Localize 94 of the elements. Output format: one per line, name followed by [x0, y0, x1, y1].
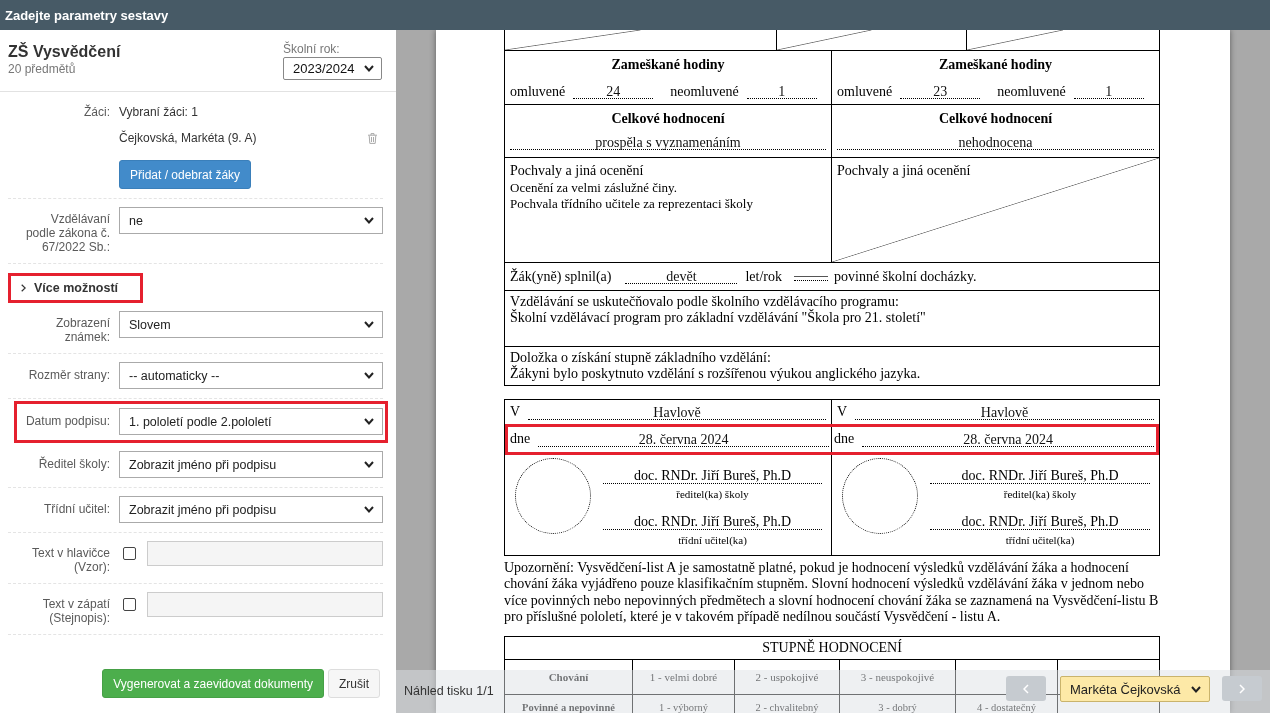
- table-cell: Povinné a nepovinné: [505, 695, 633, 713]
- chevron-down-icon: [364, 506, 374, 513]
- section-text: Školní vzdělávací program pro základní vzdělávání "Škola pro 21. století": [510, 310, 927, 326]
- report-subtitle: 20 předmětů: [8, 62, 77, 76]
- text-input[interactable]: [147, 592, 383, 617]
- section-title: Pochvaly a jiná ocenění: [837, 162, 972, 180]
- more-options-link[interactable]: Více možností: [11, 281, 119, 295]
- window-title: Zadejte parametry sestavy: [5, 7, 169, 23]
- fill-in-line: 23: [900, 85, 981, 99]
- table-cell: 3 - neuspokojivé: [840, 660, 956, 695]
- field-label: neomluvené: [997, 84, 1066, 99]
- field-label: Žáci:: [83, 104, 110, 119]
- checkbox[interactable]: [123, 547, 136, 560]
- fill-in-line: 24: [573, 85, 654, 99]
- chevron-down-icon: [364, 418, 374, 425]
- praise-text: Pochvala třídního učitele za reprezentaci školy: [510, 196, 754, 212]
- selected-count: Vybraní žáci: 1: [119, 104, 198, 120]
- section-text: Doložka o získání stupně základního vzdělání:: [510, 350, 772, 365]
- field-label: dne: [510, 431, 531, 447]
- section-title: Pochvaly a jiná ocenění: [510, 162, 645, 180]
- field-label: Vzdělávaní podle zákona č. 67/2022 Sb.:: [24, 211, 110, 254]
- fill-in-line: 28. června 2024: [862, 433, 1154, 447]
- field-label: Ředitel školy:: [37, 455, 110, 471]
- table-cell: 1 - výborný: [633, 695, 735, 713]
- section-text: Vzdělávání se uskutečňovalo podle školního vzdělávacího programu:: [510, 294, 900, 309]
- dropdown[interactable]: -- automaticky --: [119, 362, 383, 389]
- fill-in-line: 28. června 2024: [538, 433, 829, 447]
- dropdown[interactable]: Zobrazit jméno při podpisu: [119, 451, 383, 478]
- field-label: Text v zápatí (Stejnopis):: [41, 596, 110, 625]
- field-label: V: [510, 404, 521, 420]
- chevron-left-icon: [1023, 683, 1029, 694]
- signature-line: doc. RNDr. Jiří Bureš, Ph.D: [603, 514, 822, 530]
- section-text: Žákyni bylo poskytnuto vzdělání s rozšířenou výukou anglického jazyka.: [510, 366, 922, 382]
- chevron-down-icon: [364, 372, 374, 379]
- page-indicator: Náhled tisku 1/1: [404, 684, 494, 698]
- field-label: Třídní učitel:: [42, 501, 110, 516]
- field-label: V: [837, 404, 848, 420]
- fill-in-line: Havlově: [855, 406, 1154, 420]
- school-year-select[interactable]: 2023/2024: [283, 57, 382, 80]
- chevron-down-icon: [1191, 685, 1201, 693]
- chevron-down-icon: [364, 461, 374, 468]
- fill-in-line: Havlově: [528, 406, 826, 420]
- dropdown[interactable]: ne: [119, 207, 383, 234]
- signature-caption: ředitel(ka) školy: [1002, 487, 1078, 501]
- fill-in-line: 1: [1073, 85, 1144, 99]
- field-label: omluvené: [837, 84, 893, 99]
- fill-in-line: prospěla s vyznamenáním: [510, 136, 826, 150]
- field-label: dne: [834, 431, 855, 447]
- dropdown[interactable]: Slovem: [119, 311, 383, 338]
- field-label: Zobrazení známek:: [54, 315, 110, 344]
- notice-paragraph: Upozornění: Vysvědčení-list A je samostatně platné, pokud je hodnocení výsledků vzdělávání žáka a hodnocení chování žáka vyjádřeno pouze klasifikačním stupněm. Slovní hodnocení výsledků vzdělávání žáka v jednom nebo více povinných nebo nepovinných předmětech a slovní hodnocení chování žáka se zaznamená na Vysvědčení-listu B pro příslušné pololetí, které je v takovém případě nedílnou součástí Vysvědčení - listu A.: [504, 560, 1160, 626]
- signature-caption: třídní učitel(ka): [677, 533, 748, 547]
- field-label: povinné školní docházky.: [834, 268, 977, 285]
- table-cell: Chování: [505, 660, 633, 695]
- cancel-button[interactable]: Zrušit: [328, 669, 380, 698]
- field-label: Text v hlavičce (Vzor):: [30, 545, 110, 574]
- chevron-down-icon: [364, 217, 374, 224]
- student-select[interactable]: Markéta Čejkovská: [1060, 676, 1210, 702]
- text-input[interactable]: [147, 541, 383, 566]
- field-label: let/rok: [745, 268, 782, 285]
- field-label: Školní rok:: [283, 42, 340, 56]
- field-label: neomluvené: [670, 84, 739, 99]
- section-heading: Zameškané hodiny: [937, 57, 1054, 73]
- trash-icon[interactable]: [368, 132, 377, 144]
- fill-in-line: devět: [625, 269, 738, 284]
- table-title: STUPNĚ HODNOCENÍ: [505, 637, 1159, 661]
- field-label: Žák(yně) splnil(a): [510, 268, 612, 285]
- field-label: Datum podpisu:: [24, 413, 110, 428]
- checkbox[interactable]: [123, 598, 136, 611]
- table-cell: 2 - uspokojivé: [735, 660, 840, 695]
- chevron-right-icon: [1239, 683, 1245, 694]
- table-cell: 1 - velmi dobré: [633, 660, 735, 695]
- table-cell: 2 - chvalitebný: [735, 695, 840, 713]
- chevron-down-icon: [364, 65, 374, 72]
- signature-caption: ředitel(ka) školy: [675, 487, 750, 501]
- dropdown[interactable]: Zobrazit jméno při podpisu: [119, 496, 383, 523]
- signature-caption: třídní učitel(ka): [1004, 533, 1076, 547]
- fill-in-line: 1: [746, 85, 817, 99]
- add-remove-students-button[interactable]: Přidat / odebrat žáky: [119, 160, 252, 189]
- field-label: Rozměr strany:: [27, 367, 110, 382]
- praise-text: Ocenění za velmi záslužné činy.: [510, 180, 678, 196]
- section-heading: Zameškané hodiny: [610, 57, 726, 73]
- section-heading: Celkové hodnocení: [610, 111, 726, 127]
- signature-line: doc. RNDr. Jiří Bureš, Ph.D: [930, 514, 1150, 530]
- dropdown[interactable]: 1. pololetí podle 2.pololetí: [119, 408, 383, 435]
- chevron-down-icon: [364, 321, 374, 328]
- student-name: Čejkovská, Markéta (9. A): [119, 130, 257, 146]
- section-heading: Celkové hodnocení: [937, 111, 1054, 127]
- signature-line: doc. RNDr. Jiří Bureš, Ph.D: [603, 468, 822, 484]
- signature-line: doc. RNDr. Jiří Bureš, Ph.D: [930, 468, 1150, 484]
- field-label: omluvené: [510, 84, 566, 99]
- table-cell: 3 - dobrý: [840, 695, 956, 713]
- fill-in-line: nehodnocena: [837, 136, 1154, 150]
- report-title: ZŠ Vysvědčení: [8, 42, 121, 62]
